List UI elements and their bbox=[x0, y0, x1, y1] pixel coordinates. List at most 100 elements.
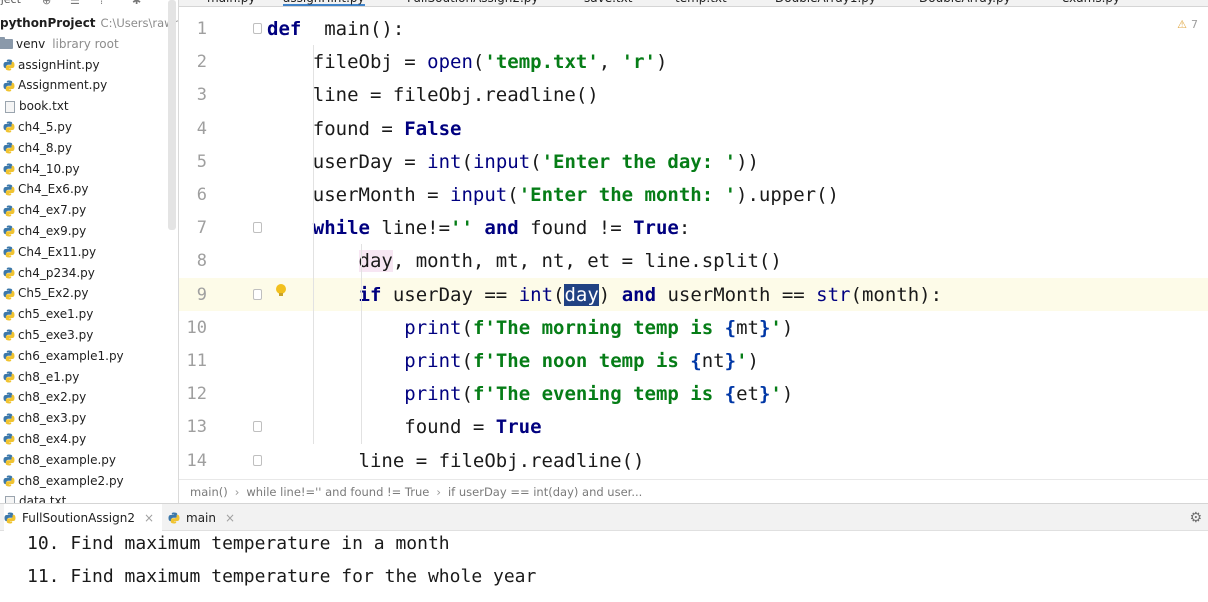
editor-tab[interactable]: FullSoutionAssign2.py bbox=[407, 0, 539, 6]
file-name: ch5_exe3.py bbox=[18, 327, 94, 342]
code-line[interactable]: 7 while line!='' and found != True: bbox=[179, 211, 1208, 244]
tree-item-file[interactable]: book.txt bbox=[0, 96, 168, 117]
sidebar-scrollbar[interactable] bbox=[168, 0, 176, 230]
tree-item-file[interactable]: ch5_exe3.py bbox=[0, 325, 168, 346]
file-name: Ch4_Ex6.py bbox=[18, 182, 89, 197]
tree-item-file[interactable]: ch4_5.py bbox=[0, 117, 168, 138]
close-icon[interactable]: × bbox=[144, 504, 154, 532]
editor-tab[interactable]: save.txt bbox=[584, 0, 632, 6]
code-line[interactable]: 5 userDay = int(input('Enter the day: ')… bbox=[179, 145, 1208, 178]
run-tab-label: main bbox=[186, 511, 216, 525]
tree-item-root[interactable]: pythonProject C:\Users\rawhi\P bbox=[0, 13, 178, 34]
tree-item-file[interactable]: ch6_example1.py bbox=[0, 346, 168, 367]
editor-tab[interactable]: DoubleArray.py bbox=[919, 0, 1011, 6]
editor-tab[interactable]: temp.txt bbox=[675, 0, 727, 6]
fold-icon[interactable] bbox=[253, 421, 262, 433]
file-name: Ch4_Ex11.py bbox=[18, 244, 97, 259]
fold-icon[interactable] bbox=[253, 222, 262, 234]
editor-tab[interactable]: main.py bbox=[207, 0, 256, 6]
code-line[interactable]: 10 print(f'The morning temp is {mt}') bbox=[179, 311, 1208, 344]
line-number: 3 bbox=[196, 85, 207, 106]
tree-item-file[interactable]: ch8_example.py bbox=[0, 450, 168, 471]
fold-icon[interactable] bbox=[253, 288, 262, 300]
code-line[interactable]: 14 line = fileObj.readline() bbox=[179, 444, 1208, 477]
breadcrumb-separator-icon: › bbox=[436, 485, 441, 499]
breadcrumb-separator-icon: › bbox=[234, 485, 240, 499]
tree-item-file[interactable]: ch8_ex3.py bbox=[0, 408, 168, 429]
python-run-icon bbox=[168, 512, 180, 524]
breadcrumb-item[interactable]: if userDay == int(day) and user... bbox=[448, 485, 642, 499]
python-file-icon bbox=[3, 142, 15, 154]
expand-icon[interactable]: ⇡ bbox=[97, 0, 106, 7]
breadcrumb-item[interactable]: main() bbox=[190, 485, 228, 499]
code-line[interactable]: 6 userMonth = input('Enter the month: ')… bbox=[179, 178, 1208, 211]
run-tab[interactable]: FullSoutionAssign2 × bbox=[4, 504, 163, 532]
code-line[interactable]: 3 line = fileObj.readline() bbox=[179, 78, 1208, 111]
code-line[interactable]: 9 if userDay == int(day) and userMonth =… bbox=[179, 277, 1208, 311]
fold-icon[interactable] bbox=[253, 454, 262, 466]
python-file-icon bbox=[3, 454, 15, 466]
run-console[interactable]: 10. Find maximum temperature in a month 1… bbox=[0, 531, 1208, 602]
code-line[interactable]: 2 fileObj = open('temp.txt', 'r') bbox=[179, 45, 1208, 78]
tree-item-file[interactable]: ch4_10.py bbox=[0, 159, 168, 180]
editor-tab[interactable]: DoubleArray1.py bbox=[775, 0, 876, 6]
code-line[interactable]: 11 print(f'The noon temp is {nt}') bbox=[179, 344, 1208, 377]
tree-item-file[interactable]: ch4_p234.py bbox=[0, 263, 168, 284]
code-text: line = fileObj.readline() bbox=[267, 449, 645, 472]
code-line[interactable]: 4 found = False bbox=[179, 112, 1208, 145]
tree-item-file[interactable]: ch5_exe1.py bbox=[0, 304, 168, 325]
editor-tab[interactable]: assignHint.py bbox=[283, 0, 365, 6]
locate-icon[interactable]: ⊕ bbox=[42, 0, 51, 7]
close-icon[interactable]: × bbox=[225, 504, 235, 532]
tree-item-file[interactable]: assignHint.py bbox=[0, 55, 168, 76]
code-line[interactable]: 12 print(f'The evening temp is {et}') bbox=[179, 377, 1208, 410]
file-name: ch8_ex2.py bbox=[18, 390, 87, 405]
fold-icon[interactable] bbox=[253, 23, 262, 34]
text-file-icon bbox=[5, 495, 15, 503]
tree-item-file[interactable]: ch8_ex4.py bbox=[0, 429, 168, 450]
line-number: 2 bbox=[196, 52, 207, 73]
tree-item-file[interactable]: ch4_ex7.py bbox=[0, 200, 168, 221]
run-tab[interactable]: main × bbox=[168, 504, 243, 532]
tree-item-file[interactable]: Assignment.py bbox=[0, 75, 168, 96]
run-tab-label: FullSoutionAssign2 bbox=[22, 511, 135, 525]
tree-item-venv[interactable]: venv library root bbox=[0, 34, 168, 55]
tree-item-file[interactable]: ch8_ex2.py bbox=[0, 387, 168, 408]
tree-item-file[interactable]: ch4_8.py bbox=[0, 138, 168, 159]
gear-icon[interactable]: ✱ bbox=[132, 0, 141, 7]
code-line[interactable]: 13 found = True bbox=[179, 410, 1208, 443]
tree-item-file[interactable]: Ch4_Ex11.py bbox=[0, 242, 168, 263]
code-line[interactable]: 8 day, month, mt, nt, et = line.split() bbox=[179, 244, 1208, 277]
lightbulb-icon[interactable] bbox=[275, 283, 287, 299]
code-text: found = True bbox=[267, 416, 542, 439]
python-file-icon bbox=[3, 413, 15, 425]
tree-item-file[interactable]: Ch4_Ex6.py bbox=[0, 179, 168, 200]
tree-item-file[interactable]: ch8_example2.py bbox=[0, 471, 168, 492]
line-number: 9 bbox=[196, 284, 207, 305]
tree-item-file[interactable]: ch8_e1.py bbox=[0, 367, 168, 388]
file-name: ch6_example1.py bbox=[18, 348, 124, 363]
editor-tab[interactable]: exams.py bbox=[1062, 0, 1120, 6]
project-sidebar: oject ⊕ ☰ ⇡ ✱ pythonProject C:\Users\raw… bbox=[0, 0, 179, 503]
settings-gear-icon[interactable]: ⚙ bbox=[1189, 510, 1202, 526]
line-number: 8 bbox=[196, 251, 207, 272]
indent-guide bbox=[361, 244, 362, 444]
code-editor[interactable]: ⚠ 7 1 def main(): 2 fileObj = open('temp.tx… bbox=[179, 8, 1208, 479]
line-number: 7 bbox=[196, 218, 207, 239]
python-file-icon bbox=[3, 184, 15, 196]
breadcrumb-item[interactable]: while line!='' and found != True bbox=[246, 485, 429, 499]
python-file-icon bbox=[3, 163, 15, 175]
code-text: userMonth = input('Enter the month: ').u… bbox=[267, 184, 839, 206]
code-line[interactable]: 1 def main(): bbox=[179, 12, 1208, 45]
tree-item-file[interactable]: ch4_ex9.py bbox=[0, 221, 168, 242]
python-file-icon bbox=[3, 350, 15, 362]
project-tool-header: oject ⊕ ☰ ⇡ ✱ bbox=[0, 0, 178, 7]
project-tool-title: oject bbox=[0, 0, 21, 6]
line-number: 11 bbox=[186, 351, 207, 371]
collapse-all-icon[interactable]: ☰ bbox=[70, 0, 80, 7]
tree-item-file[interactable]: data.txt bbox=[0, 491, 168, 503]
tree-item-file[interactable]: Ch5_Ex2.py bbox=[0, 283, 168, 304]
file-name: ch4_p234.py bbox=[18, 265, 95, 280]
file-name: book.txt bbox=[19, 99, 69, 114]
file-name: ch4_ex9.py bbox=[18, 223, 87, 238]
